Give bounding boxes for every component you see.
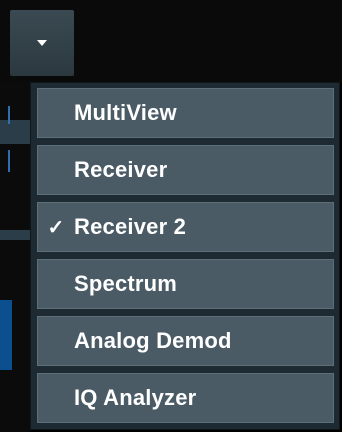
background-marker [8, 150, 10, 172]
menu-item-multiview[interactable]: MultiView [37, 88, 334, 138]
menu-item-receiver-2[interactable]: ✓ Receiver 2 [37, 202, 334, 252]
menu-item-label: IQ Analyzer [74, 385, 197, 410]
menu-item-receiver[interactable]: Receiver [37, 145, 334, 195]
menu-item-label: MultiView [74, 100, 177, 125]
menu-item-spectrum[interactable]: Spectrum [37, 259, 334, 309]
menu-item-label: Receiver 2 [74, 214, 187, 239]
menu-item-iq-analyzer[interactable]: IQ Analyzer [37, 373, 334, 423]
background-marker [8, 106, 10, 124]
menu-item-label: Spectrum [74, 271, 178, 296]
app-window: MultiView Receiver ✓ Receiver 2 Spectrum… [0, 0, 342, 432]
background-strip [0, 120, 30, 144]
menu-item-label: Receiver [74, 157, 168, 182]
menu-item-label: Analog Demod [74, 328, 232, 353]
toolbar [0, 0, 342, 82]
chevron-down-icon [37, 40, 47, 46]
checkmark-icon: ✓ [47, 216, 65, 239]
background-strip [0, 230, 30, 240]
channel-menu: MultiView Receiver ✓ Receiver 2 Spectrum… [30, 82, 340, 430]
background-trace-area [0, 300, 12, 370]
menu-item-analog-demod[interactable]: Analog Demod [37, 316, 334, 366]
channel-dropdown-button[interactable] [10, 10, 74, 76]
